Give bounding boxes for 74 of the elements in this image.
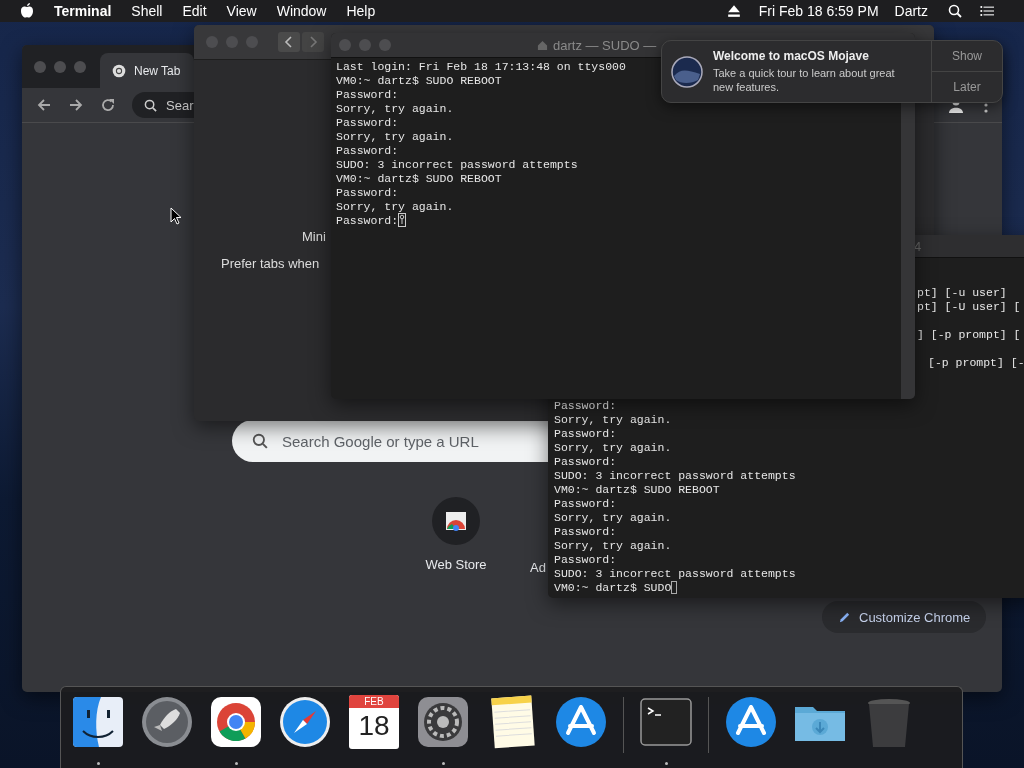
terminal-line: SUDO: 3 incorrect password attempts	[554, 468, 796, 482]
search-field[interactable]: Search Google or type a URL	[232, 420, 548, 462]
terminal-line: VM0:~ dartz$ SUDO	[554, 580, 672, 594]
terminal-line: Password:	[336, 213, 399, 227]
notification-button[interactable]: Later	[932, 71, 1002, 102]
terminal-line: Last login: Fri Feb 18 17:13:48 on ttys000	[336, 59, 626, 73]
terminal-line: SUDO: 3 incorrect password attempts	[554, 566, 796, 580]
calendar-month: FEB	[349, 695, 399, 708]
terminal-line: Password:	[554, 496, 617, 510]
terminal-line: VM0:~ dartz$ SUDO REBOOT	[336, 73, 502, 87]
terminal-icon[interactable]	[639, 695, 693, 749]
eject-icon[interactable]	[726, 4, 741, 18]
terminal-line: pt] [-U user] [	[917, 300, 1021, 314]
face-icon[interactable]	[71, 695, 125, 749]
terminal-line: SUDO: 3 incorrect password attempts	[336, 157, 578, 171]
calendar-day: 18	[358, 708, 390, 744]
terminal-line: ] [-p prompt] [	[917, 328, 1021, 342]
calendar-page[interactable]: FEB 18	[349, 695, 399, 749]
terminal-line: Sorry, try again.	[554, 412, 672, 426]
terminal-line: Password:	[336, 185, 399, 199]
back-button[interactable]	[278, 32, 300, 52]
terminal-line: Password:	[336, 143, 399, 157]
terminal-line: VM0:~ dartz$ SUDO REBOOT	[336, 171, 502, 185]
terminal-line: Sorry, try again.	[336, 199, 454, 213]
search-icon[interactable]	[948, 4, 962, 18]
terminal-line: Password:	[336, 115, 399, 129]
terminal-line: Sorry, try again.	[554, 510, 672, 524]
notification-text: Take a quick tour to learn about great new features.	[713, 66, 896, 94]
terminal-line: [-p prompt] [-	[928, 356, 1024, 370]
app-store-icon[interactable]	[724, 695, 778, 749]
house-icon	[537, 39, 548, 51]
compass-icon[interactable]	[278, 695, 332, 749]
gear-icon[interactable]	[416, 695, 470, 749]
terminal-line: Password:	[554, 398, 617, 412]
search-icon	[252, 433, 268, 449]
notification-button[interactable]: Show	[932, 41, 1002, 71]
search-icon	[144, 99, 157, 112]
terminal-line: Sorry, try again.	[554, 440, 672, 454]
apple-icon[interactable]	[20, 3, 34, 19]
browser-tab[interactable]: New Tab	[100, 53, 194, 88]
app-store-icon[interactable]	[554, 695, 608, 749]
window-title: dartz — SUDO —	[553, 37, 657, 53]
user-name[interactable]: Dartz	[894, 3, 928, 19]
clock[interactable]: Fri Feb 18 6:59 PM	[758, 3, 879, 19]
mountain-icon	[671, 55, 703, 88]
cursor-icon	[170, 207, 182, 225]
terminal-line: Password:	[554, 552, 617, 566]
menu-item[interactable]: Window	[276, 3, 327, 19]
terminal-line: Sorry, try again.	[336, 101, 454, 115]
shortcut-tile[interactable]: Web Store	[406, 497, 506, 572]
pencil-icon	[838, 610, 851, 624]
setting-label: Prefer tabs when	[221, 256, 320, 271]
terminal-line: Password:	[554, 524, 617, 538]
customize-button[interactable]: Customize Chrome	[822, 601, 987, 633]
app-menu[interactable]: Terminal	[54, 3, 112, 19]
terminal-line: Sorry, try again.	[336, 129, 454, 143]
terminal-line: Sorry, try again.	[554, 538, 672, 552]
menu-item[interactable]: View	[226, 3, 257, 19]
menu-item[interactable]: Edit	[182, 3, 207, 19]
menu-item[interactable]: Shell	[131, 3, 163, 19]
back-icon[interactable]	[36, 97, 52, 113]
shortcut-label[interactable]: Ad	[530, 560, 546, 575]
menu-item[interactable]: Help	[346, 3, 376, 19]
store-icon	[432, 497, 480, 545]
terminal-line: VM0:~ dartz$ SUDO REBOOT	[554, 482, 720, 496]
terminal-line: Password:	[336, 87, 399, 101]
terminal-line: Password:	[554, 426, 617, 440]
terminal-line: pt] [-u user]	[917, 286, 1007, 300]
forward-icon[interactable]	[68, 97, 84, 113]
list-icon[interactable]	[980, 4, 994, 18]
terminal-line: Password:	[554, 454, 617, 468]
reload-icon[interactable]	[100, 97, 116, 113]
setting-label: Mini	[302, 229, 326, 244]
notification-title: Welcome to macOS Mojave	[713, 49, 870, 63]
